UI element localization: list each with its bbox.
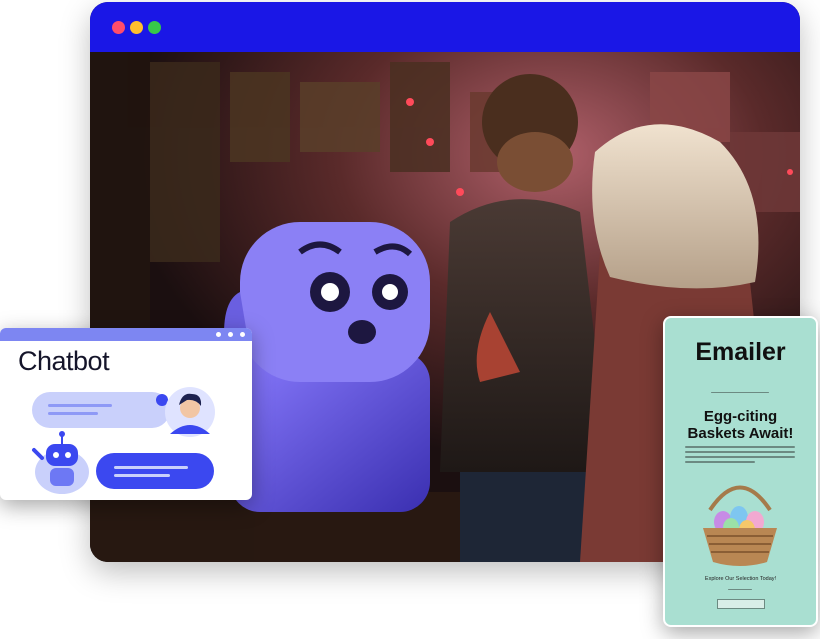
robot-icon [32,431,89,494]
emailer-body-line [685,446,795,448]
robot-figure [224,222,430,512]
emailer-cta-button[interactable] [717,599,765,609]
emailer-headline-line2: Baskets Await! [687,425,794,442]
emailer-title: Emailer [695,338,786,366]
minimize-dot[interactable] [130,21,143,34]
emailer-headline: Egg-citing Baskets Await! [665,408,816,442]
emailer-body-line [685,456,795,458]
chatbot-card: Chatbot [0,328,252,500]
easter-basket-icon [703,485,777,566]
user-avatar [165,387,215,437]
chat-bubble-bot [96,453,214,489]
chatbot-illustration [32,387,215,494]
maximize-dot[interactable] [148,21,161,34]
emailer-cta-text: Explore Our Selection Today! [704,576,777,582]
emailer-small-line [728,589,752,590]
emailer-body-line [685,451,795,453]
close-dot[interactable] [112,21,125,34]
browser-title-bar [90,2,800,52]
emailer-body-line [685,461,755,463]
chat-bubble-user [32,392,170,428]
emailer-headline-line1: Egg-citing [703,408,778,425]
emailer-card: Emailer Egg-citing Baskets Await! Explor… [663,316,818,627]
emailer-kicker-line [711,392,769,393]
